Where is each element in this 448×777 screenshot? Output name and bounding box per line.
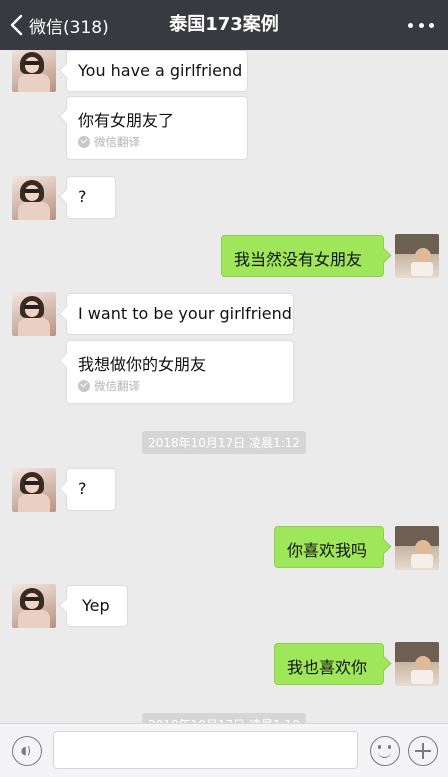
message-bubble-received[interactable]: Yep	[66, 585, 128, 627]
contact-avatar[interactable]	[12, 468, 56, 512]
chat-area[interactable]: You have a girlfriend 你有女朋友了 微信翻译 ? 我当然没…	[0, 50, 448, 723]
my-avatar[interactable]	[395, 526, 439, 570]
message-text: 你有女朋友了	[78, 111, 175, 130]
message-text: ?	[78, 479, 87, 498]
navigation-bar: 微信(318) 泰国173案例	[0, 0, 448, 50]
message-text: 我也喜欢你	[287, 658, 368, 677]
message-text: 我想做你的女朋友	[78, 355, 207, 374]
check-circle-icon	[78, 380, 90, 392]
translation-bubble[interactable]: 你有女朋友了 微信翻译	[66, 96, 248, 160]
message-bubble-sent[interactable]: 我也喜欢你	[274, 643, 384, 685]
more-button[interactable]	[408, 14, 434, 36]
message-bubble-received[interactable]: ?	[66, 468, 116, 511]
message-bubble-sent[interactable]: 我当然没有女朋友	[221, 235, 384, 277]
my-avatar[interactable]	[395, 642, 439, 686]
message-text: ?	[78, 187, 87, 206]
translation-label: 微信翻译	[78, 378, 140, 394]
contact-avatar[interactable]	[12, 584, 56, 628]
message-text: You have a girlfriend	[78, 61, 243, 80]
chevron-left-icon	[10, 14, 23, 36]
message-text: I want to be your girlfriend	[78, 304, 292, 323]
emoji-button[interactable]	[370, 736, 400, 766]
message-bubble-received[interactable]: I want to be your girlfriend	[66, 293, 294, 335]
message-text: 我当然没有女朋友	[234, 250, 363, 269]
back-label: 微信(318)	[29, 17, 109, 38]
contact-avatar[interactable]	[12, 50, 56, 92]
timestamp: 2018年10月17日 凌晨1:10	[0, 713, 448, 723]
message-bubble-sent[interactable]: 你喜欢我吗	[274, 526, 384, 568]
voice-button[interactable]: ◖)	[12, 736, 42, 766]
translation-bubble[interactable]: 我想做你的女朋友 微信翻译	[66, 340, 294, 404]
voice-icon: ◖)	[21, 744, 32, 757]
message-input[interactable]	[53, 731, 358, 769]
message-bubble-received[interactable]: ?	[66, 176, 116, 219]
contact-avatar[interactable]	[12, 176, 56, 220]
translation-label: 微信翻译	[78, 134, 140, 150]
contact-avatar[interactable]	[12, 292, 56, 336]
timestamp: 2018年10月17日 凌晨1:12	[0, 431, 448, 454]
plus-icon[interactable]	[408, 736, 438, 766]
back-button[interactable]: 微信(318)	[8, 0, 109, 50]
message-text: 你喜欢我吗	[287, 541, 368, 560]
check-circle-icon	[78, 136, 90, 148]
more-dots-icon	[408, 22, 413, 28]
emoji-icon	[378, 745, 391, 749]
message-bubble-received[interactable]: You have a girlfriend	[66, 50, 248, 92]
input-bar: ◖)	[0, 723, 448, 777]
my-avatar[interactable]	[395, 234, 439, 278]
message-text: Yep	[82, 596, 110, 615]
